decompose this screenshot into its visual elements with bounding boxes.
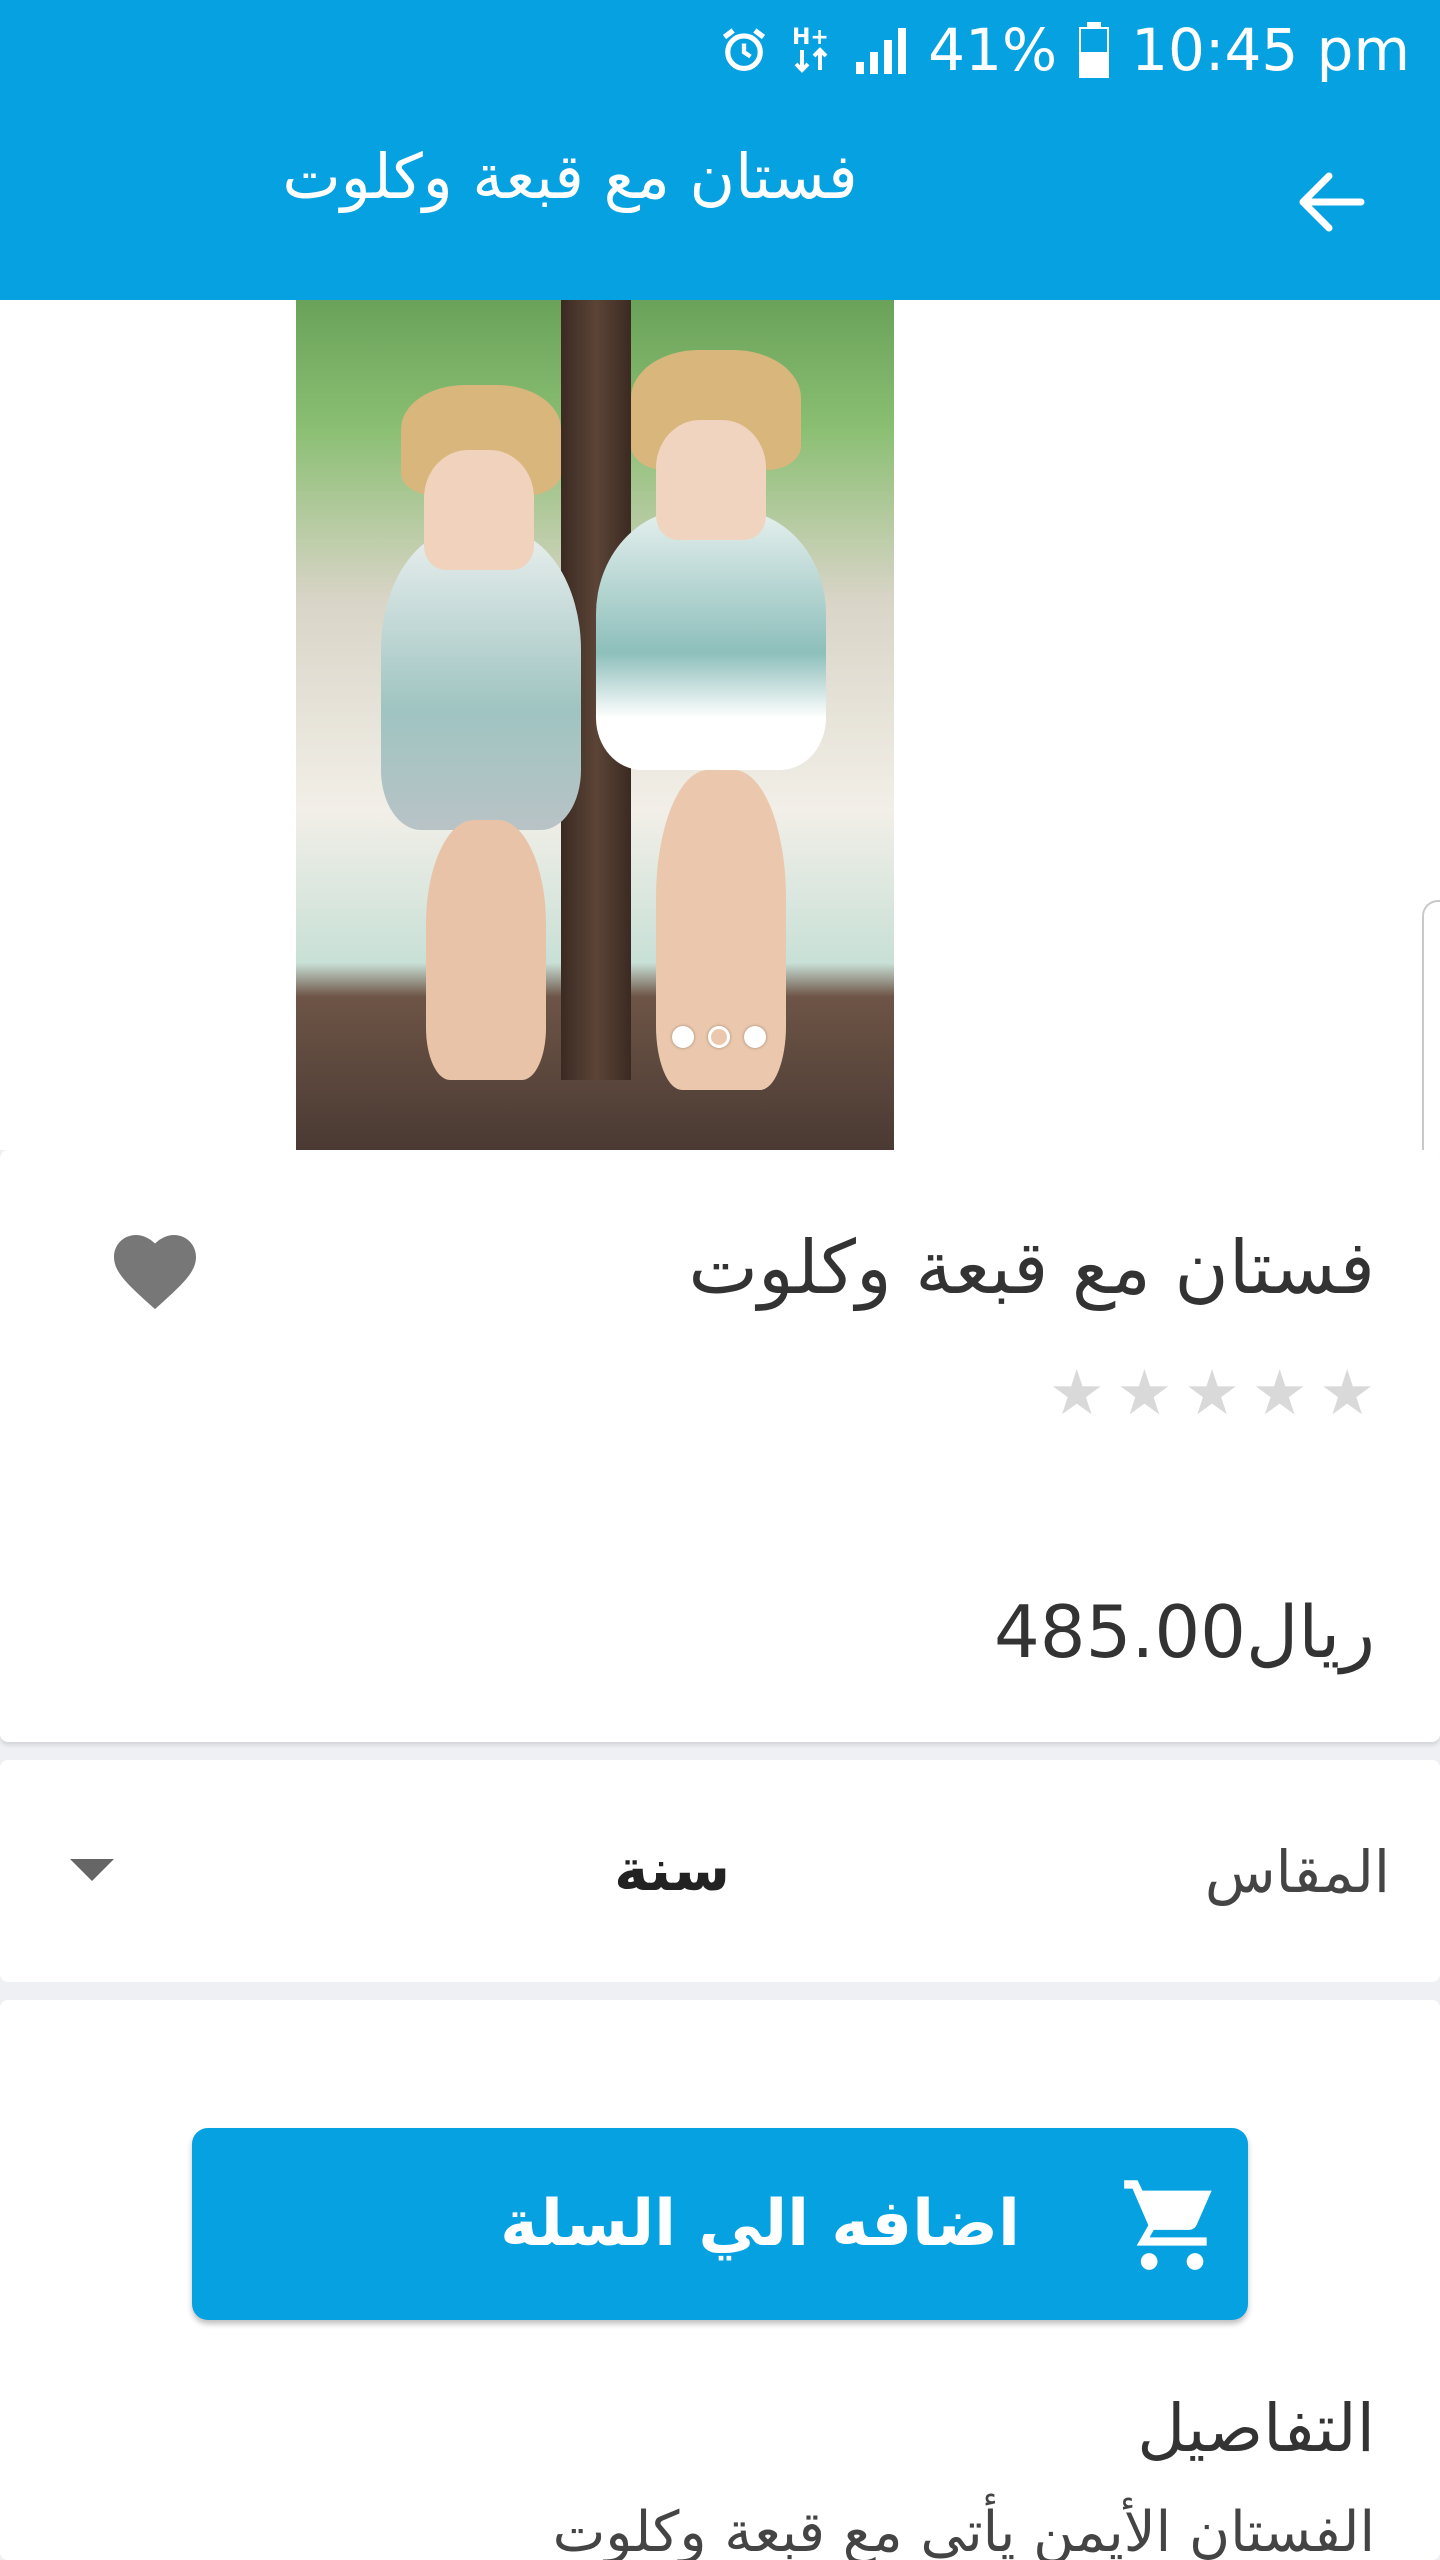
star-icon[interactable]: ★ [1184,1362,1240,1424]
arrow-back-icon [1299,172,1365,232]
signal-icon [854,26,907,74]
pager-dot-active[interactable] [708,1026,730,1048]
add-to-cart-button[interactable]: اضافه الي السلة [192,2128,1248,2320]
alarm-icon [718,24,770,76]
status-bar: H+ 41% 10:45 pm [0,0,1440,100]
page-title: فستان مع قبعة وكلوت [282,140,858,213]
product-image[interactable] [296,300,894,1150]
add-to-cart-label: اضافه الي السلة [500,2187,1020,2261]
back-button[interactable] [1280,152,1380,252]
pager-dot[interactable] [744,1026,766,1048]
details-text: الفستان الأيمن يأتي مع قبعة وكلوت [552,2500,1375,2560]
battery-icon [1079,22,1110,78]
rating-stars[interactable]: ★ ★ ★ ★ ★ [1049,1362,1375,1424]
product-info-card: فستان مع قبعة وكلوت ★ ★ ★ ★ ★ 485.00ريال [0,1150,1440,1742]
details-heading: التفاصيل [1137,2390,1375,2467]
pager-dots[interactable] [672,1026,766,1048]
size-value: سنة [614,1836,730,1904]
chevron-down-icon [70,1859,114,1881]
size-option-card: المقاس سنة [0,1760,1440,1982]
star-icon[interactable]: ★ [1049,1362,1105,1424]
app-bar: فستان مع قبعة وكلوت [0,100,1440,300]
hplus-icon: H+ [792,22,832,78]
size-select[interactable]: سنة [70,1810,730,1930]
star-icon[interactable]: ★ [1117,1362,1173,1424]
size-label: المقاس [1204,1838,1390,1906]
pager-dot[interactable] [672,1026,694,1048]
cart-icon [1120,2176,1220,2276]
clock: 10:45 pm [1131,16,1410,84]
battery-percent: 41% [928,16,1058,84]
svg-text:H+: H+ [792,25,829,50]
heart-icon [114,1234,196,1310]
actions-card: اضافه الي السلة التفاصيل الفستان الأيمن … [0,2000,1440,2560]
product-title: فستان مع قبعة وكلوت [688,1225,1375,1311]
favorite-button[interactable] [100,1215,210,1325]
star-icon[interactable]: ★ [1319,1362,1375,1424]
image-gallery[interactable] [0,300,1440,1380]
product-price: 485.00ريال [994,1590,1375,1674]
star-icon[interactable]: ★ [1252,1362,1308,1424]
